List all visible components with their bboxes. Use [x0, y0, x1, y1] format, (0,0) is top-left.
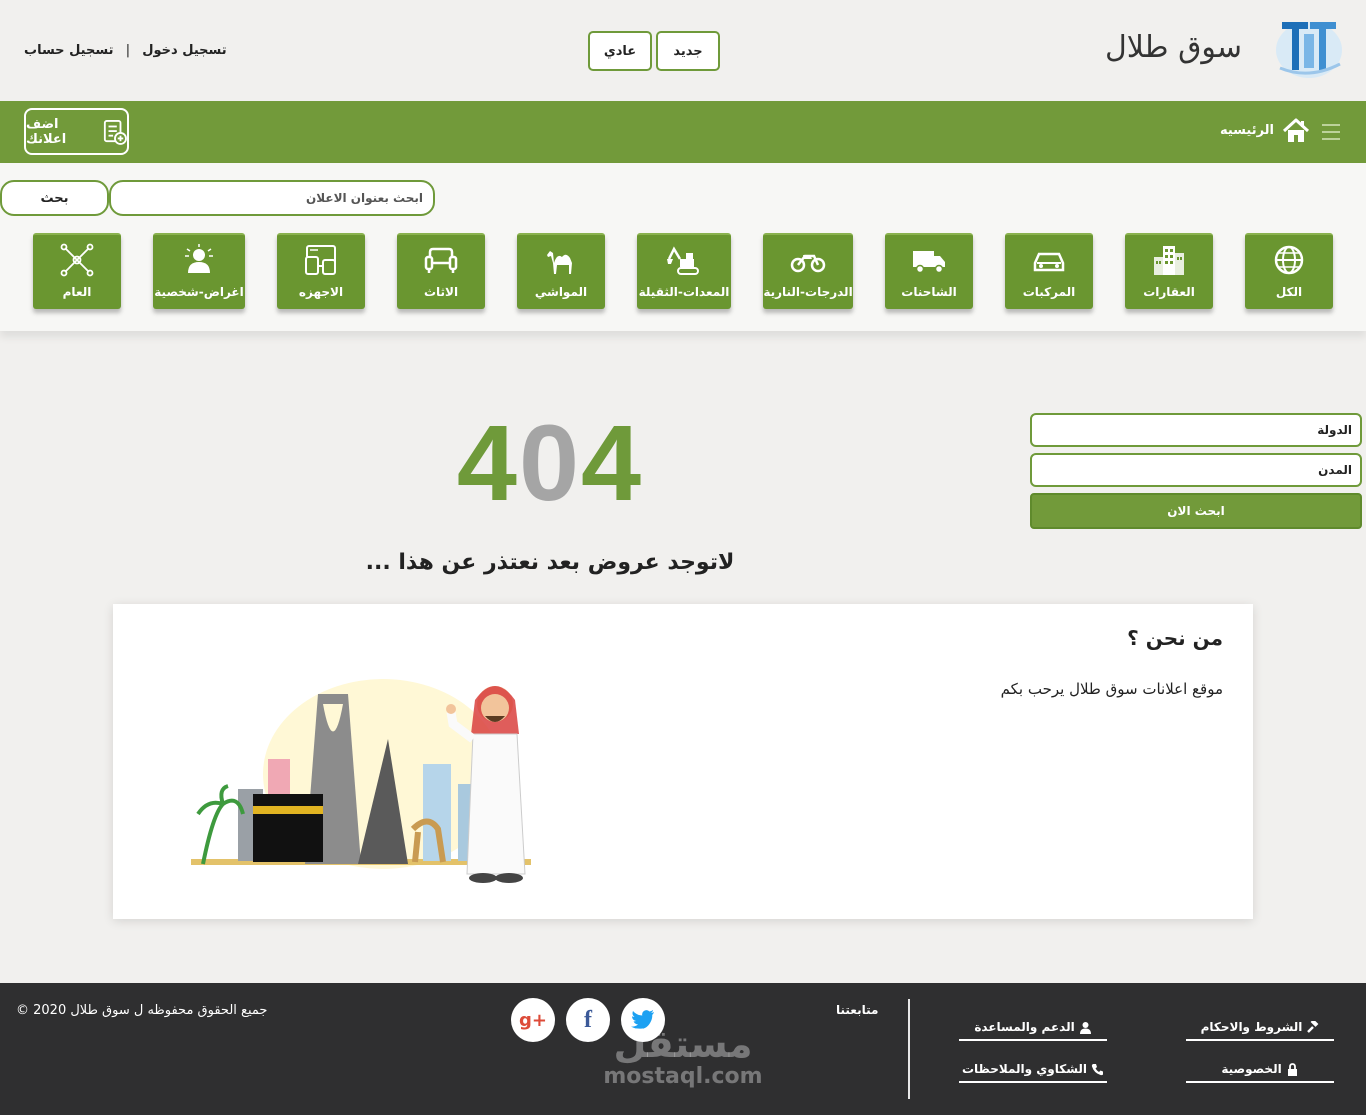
site-logo-icon[interactable] — [1274, 16, 1344, 80]
category-label: العقارات — [1143, 285, 1195, 299]
error-digit: 0 — [518, 402, 582, 523]
person-icon — [185, 244, 213, 273]
globe-icon — [1274, 245, 1304, 275]
truck-icon — [913, 251, 945, 274]
motorcycle-icon — [790, 254, 826, 273]
google-plus-button[interactable]: g+ — [511, 998, 555, 1042]
category-vehicles[interactable]: المركبات — [1005, 233, 1093, 309]
register-link[interactable]: تسجيل حساب — [24, 43, 113, 58]
car-icon — [1033, 252, 1065, 272]
search-button[interactable]: بحث — [0, 180, 109, 216]
follow-us-label: متابعتنا — [836, 1003, 879, 1017]
terms-label: الشروط والاحكام — [1200, 1020, 1303, 1034]
condition-new-button[interactable]: جديد — [656, 31, 720, 71]
category-label: المركبات — [1022, 285, 1076, 299]
home-icon[interactable] — [1282, 117, 1310, 145]
buildings-icon — [1154, 246, 1184, 275]
login-link[interactable]: تسجيل دخول — [142, 43, 226, 58]
google-plus-icon: g+ — [519, 1009, 547, 1031]
footer-divider — [908, 999, 910, 1099]
category-label: اغراض-شخصية — [154, 285, 244, 299]
network-icon — [60, 243, 94, 277]
category-livestock[interactable]: المواشي — [517, 233, 605, 309]
sofa-icon — [424, 247, 458, 273]
site-title[interactable]: سوق طلال — [1105, 30, 1242, 65]
category-trucks[interactable]: الشاحنات — [885, 233, 973, 309]
category-label: العام — [62, 285, 92, 299]
category-devices[interactable]: الاجهزه — [277, 233, 365, 309]
support-label: الدعم والمساعدة — [974, 1020, 1075, 1034]
location-filter-form: ابحث الان — [1030, 413, 1362, 529]
watermark-english: mostaql.com — [603, 1064, 763, 1089]
category-furniture[interactable]: الاثاث — [397, 233, 485, 309]
mostaql-watermark: مستقل mostaql.com — [598, 1024, 768, 1089]
category-label: الشاحنات — [901, 285, 957, 299]
category-label: الكل — [1275, 285, 1303, 299]
camel-icon — [547, 251, 572, 274]
lock-icon — [1287, 1062, 1297, 1076]
error-digit: 4 — [456, 402, 519, 523]
category-label: المعدات-الثقيلة — [638, 285, 730, 299]
category-label: المواشي — [534, 285, 588, 299]
privacy-label: الخصوصية — [1221, 1062, 1282, 1076]
error-digit: 4 — [581, 402, 644, 523]
about-title: من نحن ؟ — [1127, 626, 1223, 650]
terms-link[interactable]: الشروط والاحكام — [1186, 1015, 1334, 1041]
city-field[interactable] — [1030, 453, 1362, 487]
devices-icon — [305, 245, 336, 275]
about-section: من نحن ؟ موقع اعلانات سوق طلال يرحب بكم — [113, 604, 1253, 919]
category-label: الاثاث — [423, 285, 459, 299]
country-field[interactable] — [1030, 413, 1362, 447]
category-personal-items[interactable]: اغراض-شخصية — [153, 233, 245, 309]
category-general[interactable]: العام — [33, 233, 121, 309]
category-label: الاجهزه — [298, 285, 344, 299]
support-link[interactable]: الدعم والمساعدة — [959, 1015, 1107, 1041]
error-message: لاتوجد عروض بعد نعتذر عن هذا ... — [365, 550, 735, 575]
condition-normal-button[interactable]: عادي — [588, 31, 652, 71]
nav-home-link[interactable]: الرئيسيه — [1220, 123, 1274, 138]
add-ad-button[interactable]: اضف اعلانك — [24, 108, 129, 155]
about-text: موقع اعلانات سوق طلال يرحب بكم — [1000, 680, 1223, 698]
saudi-landmarks-illustration — [191, 679, 531, 883]
complaints-label: الشكاوي والملاحظات — [961, 1062, 1088, 1076]
category-label: الدرجات-النارية — [763, 285, 853, 299]
copyright-text: جميع الحقوق محفوظه ل سوق طلال 2020 © — [16, 1003, 268, 1018]
user-support-icon — [1079, 1021, 1091, 1034]
phone-icon — [1091, 1063, 1104, 1075]
watermark-arabic: مستقل — [613, 1022, 753, 1066]
error-code: 404 — [440, 400, 660, 525]
add-ad-label: اضف اعلانك — [26, 116, 67, 147]
auth-separator: | — [125, 43, 131, 58]
auth-links: تسجيل دخول | تسجيل حساب — [24, 43, 227, 58]
main-navbar: الرئيسيه — [0, 101, 1366, 163]
gavel-icon — [1307, 1020, 1319, 1033]
category-all[interactable]: الكل — [1245, 233, 1333, 309]
privacy-link[interactable]: الخصوصية — [1186, 1057, 1334, 1083]
add-document-icon — [103, 119, 127, 145]
category-real-estate[interactable]: العقارات — [1125, 233, 1213, 309]
facebook-icon: f — [584, 1006, 592, 1033]
ad-search-input[interactable] — [109, 180, 435, 216]
complaints-link[interactable]: الشكاوي والملاحظات — [959, 1057, 1107, 1083]
category-heavy-equipment[interactable]: المعدات-الثقيلة — [637, 233, 731, 309]
top-header: سوق طلال جديد عادي تسجيل دخول | تسجيل حساب — [0, 0, 1366, 101]
search-now-button[interactable]: ابحث الان — [1030, 493, 1362, 529]
menu-icon[interactable] — [1322, 124, 1340, 140]
category-motorcycles[interactable]: الدرجات-النارية — [763, 233, 853, 309]
excavator-icon — [667, 246, 699, 275]
